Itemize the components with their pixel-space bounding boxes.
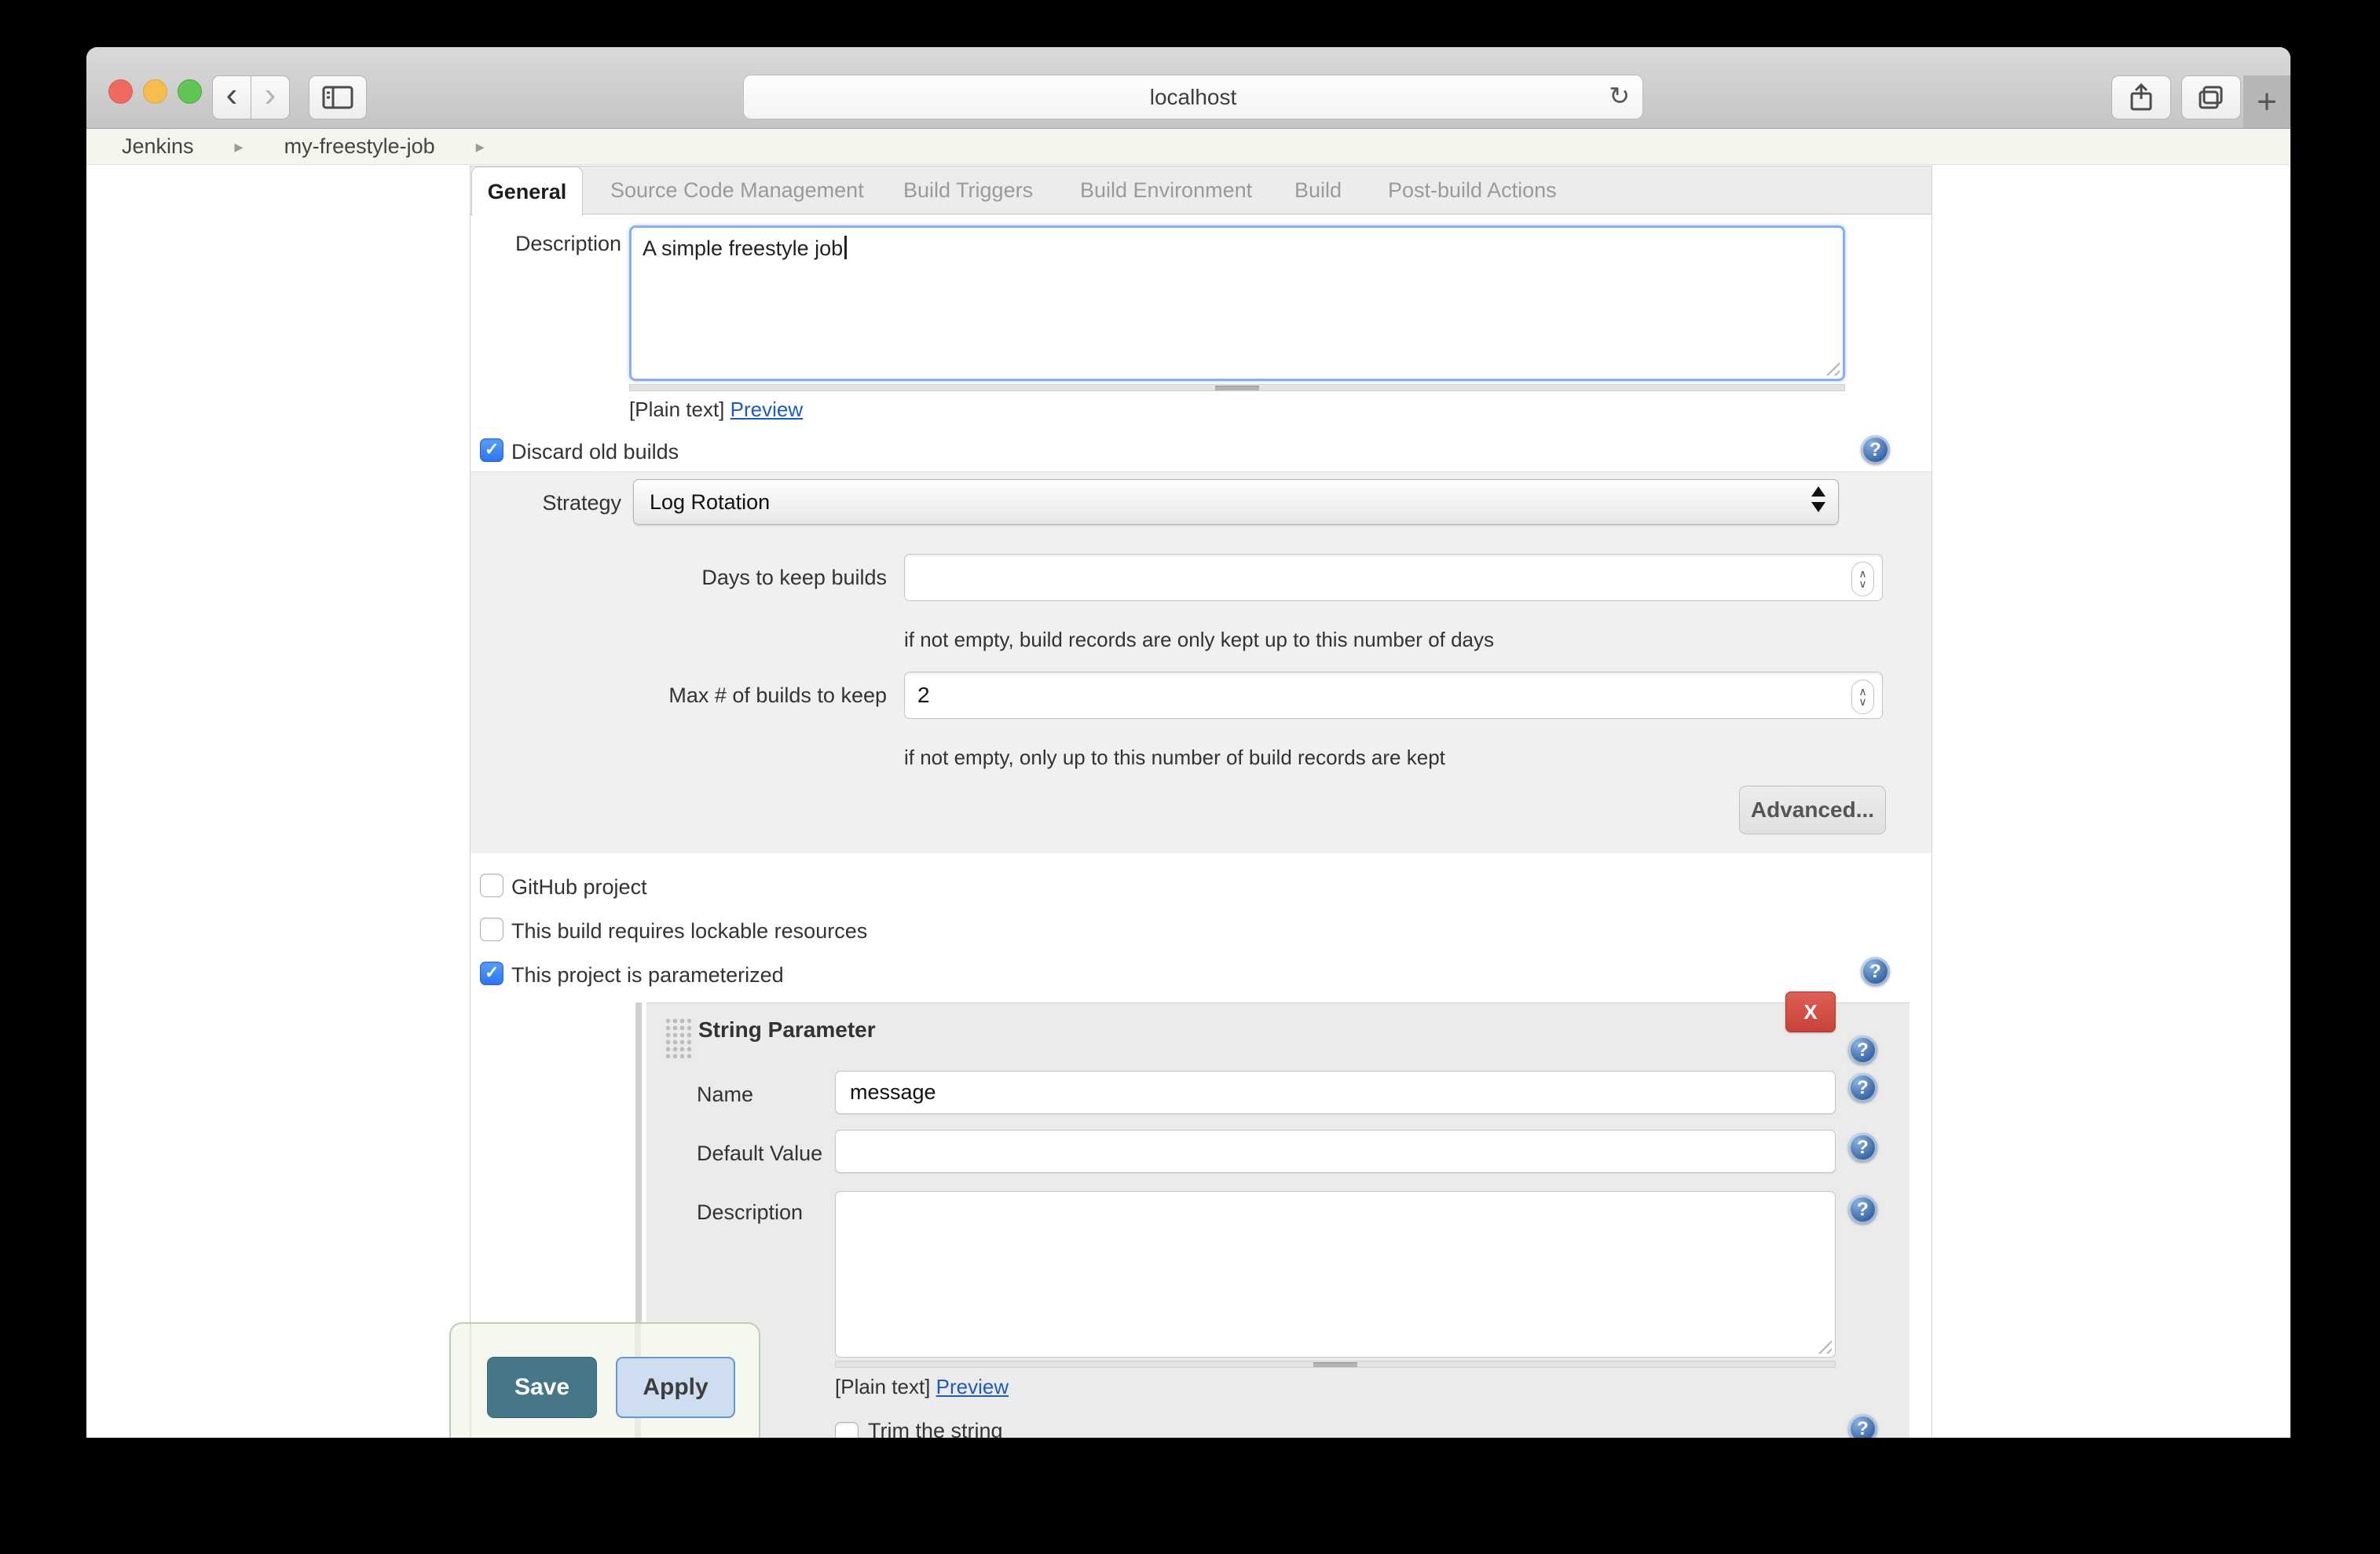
breadcrumb: Jenkins my-freestyle-job — [86, 129, 2290, 165]
select-arrows-icon — [1811, 486, 1825, 512]
textarea-drag-handle[interactable] — [629, 384, 1845, 391]
strategy-label: Strategy — [471, 491, 621, 515]
tab-build[interactable]: Build — [1294, 167, 1342, 214]
max-builds-label: Max # of builds to keep — [471, 684, 887, 708]
strategy-select[interactable]: Log Rotation — [633, 479, 1839, 525]
preview-link[interactable]: Preview — [730, 398, 803, 421]
config-tab-strip: General Source Code Management Build Tri… — [471, 166, 1931, 214]
text-caret — [844, 236, 847, 259]
discard-old-builds-checkbox[interactable] — [480, 438, 503, 462]
chevron-right-icon — [476, 137, 485, 157]
share-icon — [2129, 83, 2153, 112]
back-icon: ‹ — [226, 79, 238, 115]
param-name-label: Name — [697, 1083, 764, 1107]
help-icon[interactable]: ? — [1848, 1414, 1877, 1438]
address-bar-text: localhost — [1150, 85, 1237, 110]
param-description-label: Description — [697, 1200, 822, 1225]
tab-build-triggers[interactable]: Build Triggers — [903, 167, 1033, 214]
description-textarea[interactable]: A simple freestyle job — [629, 225, 1845, 381]
number-spinner[interactable] — [1851, 680, 1874, 714]
help-icon[interactable]: ? — [1848, 1073, 1877, 1102]
param-default-label: Default Value — [697, 1142, 830, 1166]
browser-window: ‹ › localhost ↻ — [86, 47, 2290, 1438]
help-icon[interactable]: ? — [1861, 957, 1890, 986]
screenshot-root: ‹ › localhost ↻ — [0, 0, 2380, 1554]
description-mode-note: [Plain text] Preview — [629, 398, 803, 422]
tab-build-environment[interactable]: Build Environment — [1080, 167, 1252, 214]
trim-string-checkbox[interactable] — [835, 1422, 859, 1438]
help-icon[interactable]: ? — [1848, 1195, 1877, 1224]
sidebar-toggle-button[interactable] — [309, 75, 367, 119]
days-to-keep-input[interactable] — [904, 554, 1883, 601]
forward-button[interactable]: › — [251, 75, 290, 119]
param-description-textarea[interactable] — [835, 1191, 1836, 1358]
lockable-resources-checkbox[interactable] — [480, 918, 503, 941]
chevron-right-icon — [235, 137, 243, 157]
github-project-label: GitHub project — [511, 875, 647, 900]
address-bar[interactable]: localhost ↻ — [743, 75, 1643, 119]
save-button[interactable]: Save — [487, 1357, 597, 1418]
breadcrumb-jenkins[interactable]: Jenkins — [122, 134, 194, 159]
close-window-button[interactable] — [108, 79, 133, 104]
sidebar-icon — [322, 86, 353, 109]
apply-button[interactable]: Apply — [616, 1357, 735, 1418]
description-label: Description — [471, 232, 621, 256]
config-form: Description A simple freestyle job [Plai… — [471, 214, 1931, 1438]
max-builds-help-text: if not empty, only up to this number of … — [904, 746, 1445, 770]
resize-grip-icon[interactable] — [1822, 358, 1840, 376]
days-to-keep-help-text: if not empty, build records are only kep… — [904, 628, 1494, 652]
discard-builds-block — [471, 471, 1931, 853]
new-tab-button[interactable]: + — [2243, 75, 2290, 128]
parameter-title: String Parameter — [698, 1017, 876, 1043]
tabs-icon — [2198, 85, 2224, 110]
max-builds-input[interactable]: 2 — [904, 672, 1883, 719]
config-panel: General Source Code Management Build Tri… — [470, 166, 1932, 1438]
tab-general[interactable]: General — [471, 167, 583, 216]
param-mode-note: [Plain text] Preview — [835, 1375, 1009, 1399]
preview-link[interactable]: Preview — [936, 1375, 1009, 1398]
discard-old-builds-label: Discard old builds — [511, 440, 679, 464]
days-to-keep-label: Days to keep builds — [471, 566, 887, 590]
tab-overview-button[interactable] — [2181, 75, 2241, 119]
lockable-resources-label: This build requires lockable resources — [511, 919, 867, 944]
number-spinner[interactable] — [1851, 562, 1874, 596]
panel-divider — [470, 1324, 471, 1438]
textarea-drag-handle[interactable] — [835, 1361, 1836, 1368]
browser-titlebar: ‹ › localhost ↻ — [86, 47, 2290, 129]
github-project-checkbox[interactable] — [480, 874, 503, 897]
delete-parameter-button[interactable]: X — [1785, 991, 1836, 1032]
forward-icon: › — [265, 79, 276, 115]
tab-source-code-management[interactable]: Source Code Management — [610, 167, 864, 214]
param-default-input[interactable] — [835, 1130, 1836, 1173]
back-button[interactable]: ‹ — [212, 75, 251, 119]
reload-button[interactable]: ↻ — [1609, 81, 1630, 111]
trim-string-label: Trim the string — [868, 1419, 1003, 1438]
param-name-input[interactable]: message — [835, 1071, 1836, 1114]
advanced-button[interactable]: Advanced... — [1739, 786, 1886, 834]
tab-post-build-actions[interactable]: Post-build Actions — [1388, 167, 1557, 214]
share-button[interactable] — [2111, 75, 2171, 119]
resize-grip-icon[interactable] — [1814, 1336, 1832, 1354]
minimize-window-button[interactable] — [143, 79, 167, 104]
help-icon[interactable]: ? — [1848, 1035, 1877, 1065]
drag-handle-icon[interactable] — [665, 1017, 693, 1058]
plus-icon: + — [2257, 82, 2277, 122]
parameterized-label: This project is parameterized — [511, 963, 784, 988]
breadcrumb-job[interactable]: my-freestyle-job — [284, 134, 435, 159]
parameterized-checkbox[interactable] — [480, 962, 503, 985]
help-icon[interactable]: ? — [1848, 1133, 1877, 1162]
zoom-window-button[interactable] — [178, 79, 202, 104]
help-icon[interactable]: ? — [1861, 435, 1890, 464]
save-apply-panel: Save Apply — [449, 1322, 760, 1438]
